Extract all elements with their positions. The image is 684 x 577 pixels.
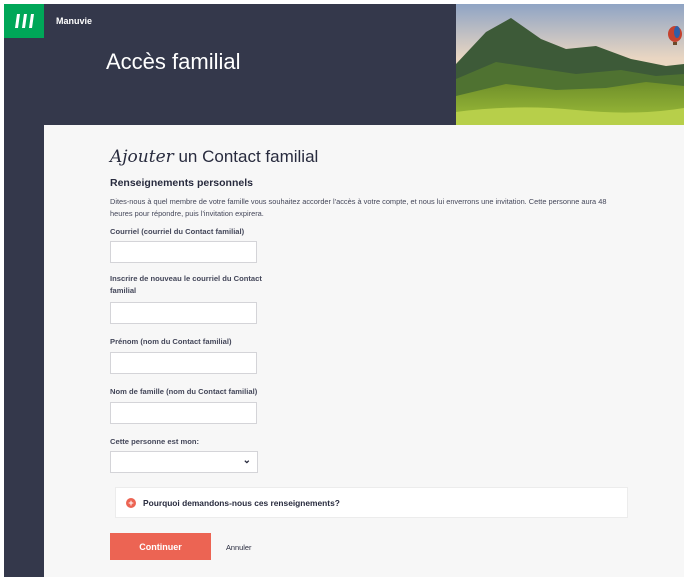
form-title-emphasis: Ajouter: [110, 147, 174, 167]
form-title-rest: un Contact familial: [173, 147, 319, 166]
hero-image: [456, 4, 684, 125]
last-name-label: Nom de famille (nom du Contact familial): [110, 387, 258, 396]
email-confirm-field[interactable]: [110, 302, 257, 324]
relationship-label: Cette personne est mon:: [110, 437, 200, 446]
page-title: Accès familial: [106, 49, 241, 74]
chevron-down-icon: ⌄: [242, 455, 251, 466]
logo[interactable]: [4, 4, 44, 38]
why-info-expander[interactable]: + Pourquoi demandons-nous ces renseignem…: [115, 487, 628, 518]
continue-button[interactable]: Continuer: [110, 533, 211, 560]
main-content: Ajouter un Contact familial Renseignemen…: [44, 125, 684, 577]
app-window: Manuvie Accès familial Ajouter un Contac…: [4, 4, 684, 577]
manulife-logo-icon: [15, 14, 34, 28]
email-confirm-label: Inscrire de nouveau le courriel du Conta…: [110, 274, 262, 295]
page-header: Manuvie Accès familial: [44, 4, 684, 125]
relationship-select[interactable]: ⌄: [110, 451, 258, 473]
cancel-link[interactable]: Annuler: [226, 543, 251, 552]
plus-circle-icon: +: [126, 498, 136, 508]
form-title: Ajouter un Contact familial: [110, 147, 318, 167]
first-name-field[interactable]: [110, 352, 257, 374]
sidebar: [4, 4, 44, 577]
why-info-label: Pourquoi demandons-nous ces renseignemen…: [143, 498, 340, 508]
first-name-label: Prénom (nom du Contact familial): [110, 337, 232, 346]
brand-name: Manuvie: [56, 16, 93, 26]
last-name-field[interactable]: [110, 402, 257, 424]
email-label: Courriel (courriel du Contact familial): [110, 227, 245, 236]
email-field[interactable]: [110, 241, 257, 263]
section-heading: Renseignements personnels: [110, 177, 253, 189]
section-description: Dites-nous à quel membre de votre famill…: [110, 197, 607, 218]
